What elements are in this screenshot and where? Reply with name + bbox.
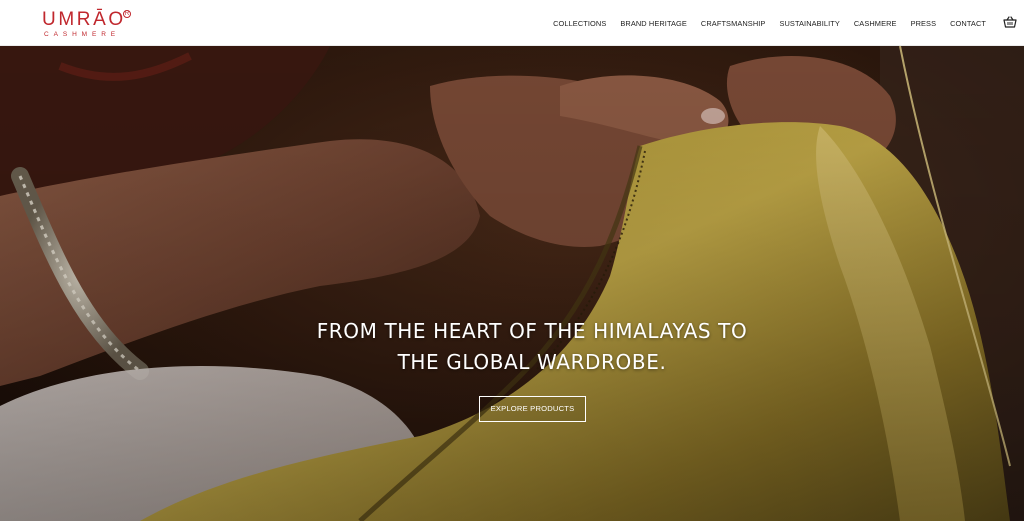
hero-headline-line2: THE GLOBAL WARDROBE. — [397, 350, 667, 374]
nav-item-press[interactable]: PRESS — [911, 19, 937, 28]
explore-products-button[interactable]: EXPLORE PRODUCTS — [479, 396, 586, 422]
nav-item-craftsmanship[interactable]: CRAFTSMANSHIP — [701, 19, 766, 28]
basket-icon[interactable] — [1003, 16, 1017, 28]
main-nav: COLLECTIONS BRAND HERITAGE CRAFTSMANSHIP… — [553, 0, 986, 46]
nav-item-brand-heritage[interactable]: BRAND HERITAGE — [620, 19, 687, 28]
nav-item-collections[interactable]: COLLECTIONS — [553, 19, 606, 28]
brand-name: UMRĀO — [42, 9, 126, 30]
registered-mark: R — [123, 10, 131, 18]
hero-headline: FROM THE HEART OF THE HIMALAYAS TO THE G… — [262, 316, 802, 378]
nav-item-sustainability[interactable]: SUSTAINABILITY — [779, 19, 839, 28]
nav-item-contact[interactable]: CONTACT — [950, 19, 986, 28]
hero-headline-line1: FROM THE HEART OF THE HIMALAYAS TO — [316, 319, 748, 343]
hero-banner: FROM THE HEART OF THE HIMALAYAS TO THE G… — [0, 46, 1024, 521]
nav-item-cashmere[interactable]: CASHMERE — [854, 19, 897, 28]
brand-logo[interactable]: UMRĀO R CASHMERE — [42, 9, 134, 41]
site-header: UMRĀO R CASHMERE COLLECTIONS BRAND HERIT… — [0, 0, 1024, 46]
brand-subtitle: CASHMERE — [44, 31, 121, 38]
hero-overlay — [0, 46, 1024, 521]
